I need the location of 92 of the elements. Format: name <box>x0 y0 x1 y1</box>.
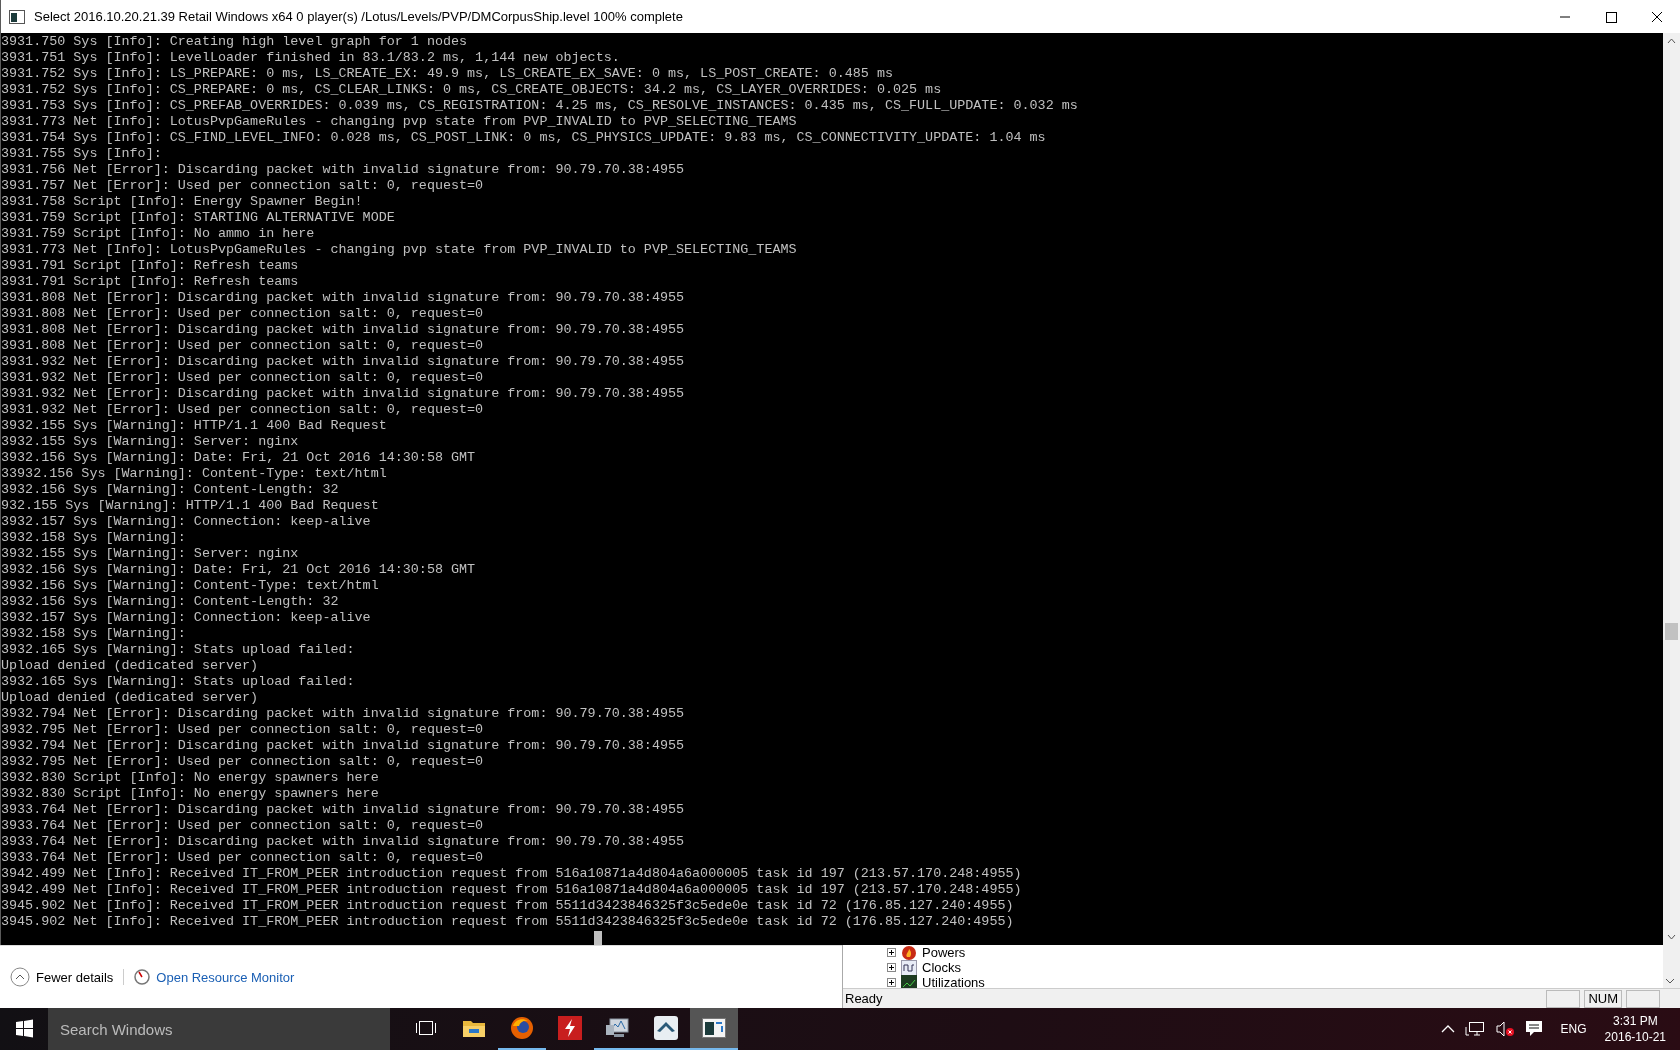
flame-icon <box>901 945 917 961</box>
log-line: 3931.773 Net [Info]: LotusPvpGameRules - changing pvp state from PVP_INVALID to PVP_SELECTING_TEAMS <box>1 114 798 130</box>
folder-icon <box>462 1018 486 1038</box>
log-line: Upload denied (dedicated server) <box>1 690 260 706</box>
log-line: 3932.165 Sys [Warning]: Stats upload failed: <box>1 642 356 658</box>
status-text: Ready <box>844 991 883 1006</box>
speaker-muted-icon[interactable] <box>1494 1020 1515 1038</box>
log-line: 3945.902 Net [Info]: Received IT_FROM_PEER introduction request from 5511d3423846325f3c5ede0e task id 72 (176.85.127.240:4955) <box>1 898 1015 914</box>
log-line: 3931.932 Net [Error]: Discarding packet with invalid signature from: 90.79.70.38:4955 <box>1 386 686 402</box>
log-line: 3931.751 Sys [Info]: LevelLoader finished in 83.1/83.2 ms, 1,144 new objects. <box>1 50 621 66</box>
scrollbar[interactable] <box>1663 33 1680 945</box>
fewer-details-button[interactable]: Fewer details <box>8 965 116 989</box>
log-line: 3931.773 Net [Info]: LotusPvpGameRules - changing pvp state from PVP_INVALID to PVP_SELECTING_TEAMS <box>1 242 798 258</box>
log-line: 3932.157 Sys [Warning]: Connection: keep-alive <box>1 610 372 626</box>
log-line: 3931.808 Net [Error]: Used per connection salt: 0, request=0 <box>1 306 485 322</box>
status-indicator <box>1626 989 1660 1008</box>
log-line: 3932.165 Sys [Warning]: Stats upload failed: <box>1 674 356 690</box>
log-line: 3932.155 Sys [Warning]: HTTP/1.1 400 Bad Request <box>1 418 388 434</box>
task-view-icon <box>415 1020 437 1036</box>
log-line: 3932.794 Net [Error]: Discarding packet with invalid signature from: 90.79.70.38:4955 <box>1 706 686 722</box>
open-resource-monitor-link[interactable]: Open Resource Monitor <box>132 967 297 987</box>
expand-icon[interactable] <box>887 948 896 957</box>
log-line: 3931.752 Sys [Info]: CS_PREPARE: 0 ms, CS_CLEAR_LINKS: 0 ms, CS_CREATE_OBJECTS: 34.2 ms, CS_LAYER_OVERRIDES: 0.025 ms <box>1 82 943 98</box>
log-line: 3942.499 Net [Info]: Received IT_FROM_PEER introduction request from 516a10871a4d804a6a000005 task id 197 (213.57.170.248:4955) <box>1 866 1023 882</box>
tree-item[interactable]: Powers <box>887 945 1663 960</box>
log-line: 3931.808 Net [Error]: Discarding packet with invalid signature from: 90.79.70.38:4955 <box>1 322 686 338</box>
log-line: 3932.155 Sys [Warning]: Server: nginx <box>1 546 300 562</box>
chevron-up-icon[interactable] <box>1440 1024 1455 1034</box>
text-cursor <box>594 931 602 945</box>
log-line: 3931.808 Net [Error]: Discarding packet with invalid signature from: 90.79.70.38:4955 <box>1 290 686 306</box>
log-line: 3932.156 Sys [Warning]: Date: Fri, 21 Oct 2016 14:30:58 GMT <box>1 562 477 578</box>
status-indicator <box>1546 989 1581 1008</box>
log-line: 3931.754 Sys [Info]: CS_FIND_LEVEL_INFO: 0.028 ms, CS_POST_LINK: 0 ms, CS_PHYSICS_UPDATE: 9.83 ms, CS_CONNECTIVITY_UPDATE: 1.04 ms <box>1 130 1047 146</box>
log-line: 3932.830 Script [Info]: No energy spawners here <box>1 770 380 786</box>
log-line: 3931.757 Net [Error]: Used per connection salt: 0, request=0 <box>1 178 485 194</box>
window-title: Select 2016.10.20.21.39 Retail Windows x64 0 player(s) /Lotus/Levels/PVP/DMCorpusShip.level 100% complete <box>34 9 683 24</box>
scroll-thumb[interactable] <box>1665 623 1678 640</box>
log-line: 3931.932 Net [Error]: Used per connection salt: 0, request=0 <box>1 370 485 386</box>
search-field[interactable]: Search Windows <box>48 1008 390 1050</box>
gauge-icon <box>134 969 151 985</box>
log-line: 3931.808 Net [Error]: Used per connection salt: 0, request=0 <box>1 338 485 354</box>
log-line: 3933.764 Net [Error]: Used per connection salt: 0, request=0 <box>1 850 485 866</box>
game-icon <box>654 1016 678 1040</box>
collapse-icon <box>10 967 30 987</box>
log-line: 3931.752 Sys [Info]: LS_PREPARE: 0 ms, LS_CREATE_EX: 49.9 ms, LS_CREATE_EX_SAVE: 0 ms, LS_POST_CREATE: 0.485 ms <box>1 66 894 82</box>
log-line: 3932.157 Sys [Warning]: Connection: keep-alive <box>1 514 372 530</box>
log-line: 3932.158 Sys [Warning]: <box>1 626 187 642</box>
log-line: 3945.902 Net [Info]: Received IT_FROM_PEER introduction request from 5511d3423846325f3c5ede0e task id 72 (176.85.127.240:4955) <box>1 914 1015 930</box>
log-line: 3931.755 Sys [Info]: <box>1 146 163 162</box>
log-line: 3932.156 Sys [Warning]: Content-Length: 32 <box>1 594 340 610</box>
log-line: 3932.155 Sys [Warning]: Server: nginx <box>1 434 300 450</box>
log-line: 3932.794 Net [Error]: Discarding packet with invalid signature from: 90.79.70.38:4955 <box>1 738 686 754</box>
status-indicator: NUM <box>1584 989 1622 1008</box>
expand-icon[interactable] <box>887 963 896 972</box>
tree-item[interactable]: Clocks <box>887 960 1663 975</box>
log-line: 3932.156 Sys [Warning]: Content-Type: text/html <box>1 578 380 594</box>
log-line: 3931.758 Script [Info]: Energy Spawner Begin! <box>1 194 364 210</box>
globe-icon <box>510 1016 534 1040</box>
monitor-icon <box>605 1017 631 1039</box>
clock-date[interactable]: 2016-10-21 <box>1604 1029 1666 1045</box>
log-line: Upload denied (dedicated server) <box>1 658 260 674</box>
log-line: 3931.750 Sys [Info]: Creating high level graph for 1 nodes <box>1 34 469 50</box>
log-line: 33932.156 Sys [Warning]: Content-Type: text/html <box>1 466 388 482</box>
log-line: 3933.764 Net [Error]: Discarding packet with invalid signature from: 90.79.70.38:4955 <box>1 802 686 818</box>
log-line: 3931.756 Net [Error]: Discarding packet with invalid signature from: 90.79.70.38:4955 <box>1 162 686 178</box>
log-line: 3931.932 Net [Error]: Used per connection salt: 0, request=0 <box>1 402 485 418</box>
log-line: 3932.830 Script [Info]: No energy spawners here <box>1 786 380 802</box>
log-line: 3931.759 Script [Info]: STARTING ALTERNATIVE MODE <box>1 210 396 226</box>
log-line: 3932.158 Sys [Warning]: <box>1 530 187 546</box>
clock-time[interactable]: 3:31 PM <box>1612 1013 1658 1029</box>
expand-icon[interactable] <box>887 978 896 987</box>
console-icon <box>9 9 25 24</box>
log-line: 3932.795 Net [Error]: Used per connection salt: 0, request=0 <box>1 722 485 738</box>
network-icon[interactable] <box>1464 1021 1485 1037</box>
log-line: 3931.932 Net [Error]: Discarding packet with invalid signature from: 90.79.70.38:4955 <box>1 354 686 370</box>
bolt-icon <box>558 1016 582 1040</box>
log-line: 3933.764 Net [Error]: Used per connection salt: 0, request=0 <box>1 818 485 834</box>
log-line: 3931.753 Sys [Info]: CS_PREFAB_OVERRIDES: 0.039 ms, CS_REGISTRATION: 4.25 ms, CS_RESOLVE_INSTANCES: 0.435 ms, CS_FULL_UPDATE: 0.032 ms <box>1 98 1079 114</box>
log-line: 3932.156 Sys [Warning]: Date: Fri, 21 Oct 2016 14:30:58 GMT <box>1 450 477 466</box>
wave-icon <box>901 959 917 976</box>
log-line: 3932.156 Sys [Warning]: Content-Length: 32 <box>1 482 340 498</box>
log-line: 3931.791 Script [Info]: Refresh teams <box>1 274 300 290</box>
window-icon <box>702 1018 726 1038</box>
notification-icon[interactable] <box>1524 1020 1543 1038</box>
log-line: 3931.791 Script [Info]: Refresh teams <box>1 258 300 274</box>
log-line: 3931.759 Script [Info]: No ammo in here <box>1 226 316 242</box>
log-line: 3933.764 Net [Error]: Discarding packet with invalid signature from: 90.79.70.38:4955 <box>1 834 686 850</box>
log-line: 3932.795 Net [Error]: Used per connection salt: 0, request=0 <box>1 754 485 770</box>
log-line: 932.155 Sys [Warning]: HTTP/1.1 400 Bad Request <box>1 498 380 514</box>
taskbar-app[interactable] <box>690 1008 738 1050</box>
log-line: 3942.499 Net [Info]: Received IT_FROM_PEER introduction request from 516a10871a4d804a6a000005 task id 197 (213.57.170.248:4955) <box>1 882 1023 898</box>
language-indicator[interactable]: ENG <box>1560 1022 1587 1036</box>
